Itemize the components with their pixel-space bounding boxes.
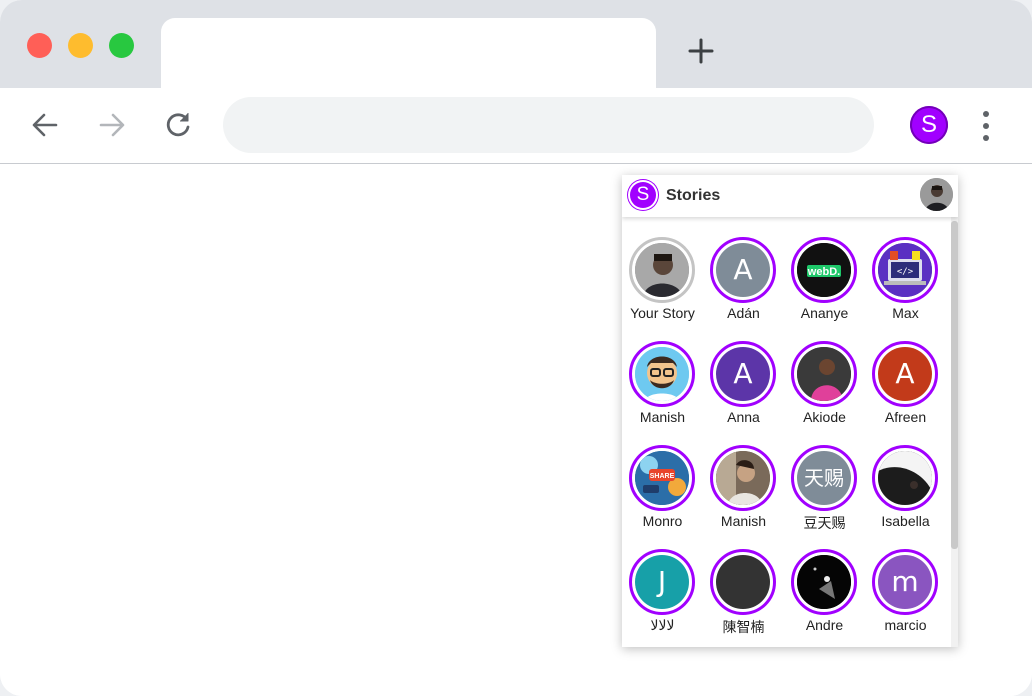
minimize-window-button[interactable] [68,33,93,58]
svg-text:</>: </> [897,267,914,277]
profile-avatar[interactable] [920,178,953,211]
story-ring[interactable] [791,549,857,615]
story-name: ﻻﻻﻻ [650,617,675,633]
popup-header: S Stories [622,175,958,217]
story-name: Adán [727,305,760,321]
story-avatar [797,347,851,401]
story-avatar: SHARE [635,451,689,505]
popup-title: Stories [666,187,721,204]
story-ring[interactable]: SHARE [629,445,695,511]
story-avatar: 天赐 [797,451,851,505]
arrow-left-icon [32,113,58,137]
story-avatar: A [716,347,770,401]
story-name: Max [892,305,919,321]
reload-icon [166,113,190,137]
story-name: 豆天赐 [803,515,846,531]
story-ring[interactable] [629,237,695,303]
story-name: Manish [720,513,767,529]
story-ring[interactable]: A [710,237,776,303]
story-name: Afreen [884,409,927,425]
close-window-button[interactable] [27,33,52,58]
story-ring[interactable] [710,549,776,615]
arrow-right-icon [99,113,125,137]
story-ring[interactable] [629,341,695,407]
new-tab-button[interactable] [686,36,716,66]
story-name: Isabella [881,513,930,529]
story-avatar [635,243,689,297]
back-button[interactable] [30,110,60,140]
story-avatar [716,555,770,609]
story-ring[interactable]: J [629,549,695,615]
story-name: Manish [639,409,686,425]
svg-text:webD.: webD. [807,266,840,278]
story-avatar: m [878,555,932,609]
story-avatar: A [878,347,932,401]
story-avatar [716,451,770,505]
browser-toolbar: S [0,88,1032,164]
stories-popup: S Stories Your Story A Adán webD. Ananye </> M… [622,175,958,647]
story-name: Ananye [800,305,849,321]
story-name: marcio [884,617,927,633]
reload-button[interactable] [163,110,193,140]
extension-button[interactable]: S [910,106,948,144]
user-photo-icon [920,178,953,211]
story-avatar: J [635,555,689,609]
menu-dot [983,123,989,129]
story-avatar: </> [878,243,932,297]
story-avatar: A [716,243,770,297]
story-name: 陳智楠 [722,619,765,635]
story-ring[interactable]: </> [872,237,938,303]
story-ring[interactable] [791,341,857,407]
app-logo: S [628,180,658,210]
svg-text:SHARE: SHARE [650,473,675,480]
plus-icon [688,38,714,64]
story-name: Your Story [630,305,695,321]
story-ring[interactable] [710,445,776,511]
story-ring[interactable]: webD. [791,237,857,303]
address-bar[interactable] [223,97,874,153]
forward-button[interactable] [97,110,127,140]
story-name: Akiode [803,409,846,425]
story-avatar [878,451,932,505]
browser-tab[interactable] [161,18,656,88]
story-ring[interactable]: 天赐 [791,445,857,511]
story-ring[interactable] [872,445,938,511]
tab-strip [0,0,1032,88]
story-name: Andre [805,617,844,633]
scrollbar-thumb[interactable] [951,221,958,549]
story-avatar: webD. [797,243,851,297]
menu-dot [983,111,989,117]
story-ring[interactable]: m [872,549,938,615]
story-name: Monro [642,513,683,529]
story-ring[interactable]: A [710,341,776,407]
menu-dot [983,135,989,141]
story-avatar [635,347,689,401]
browser-window: S S Stories Your Story A Adán webD. Ananye </… [0,0,1032,696]
maximize-window-button[interactable] [109,33,134,58]
story-name: Anna [727,409,760,425]
browser-menu-button[interactable] [972,108,1000,144]
story-avatar [797,555,851,609]
story-ring[interactable]: A [872,341,938,407]
